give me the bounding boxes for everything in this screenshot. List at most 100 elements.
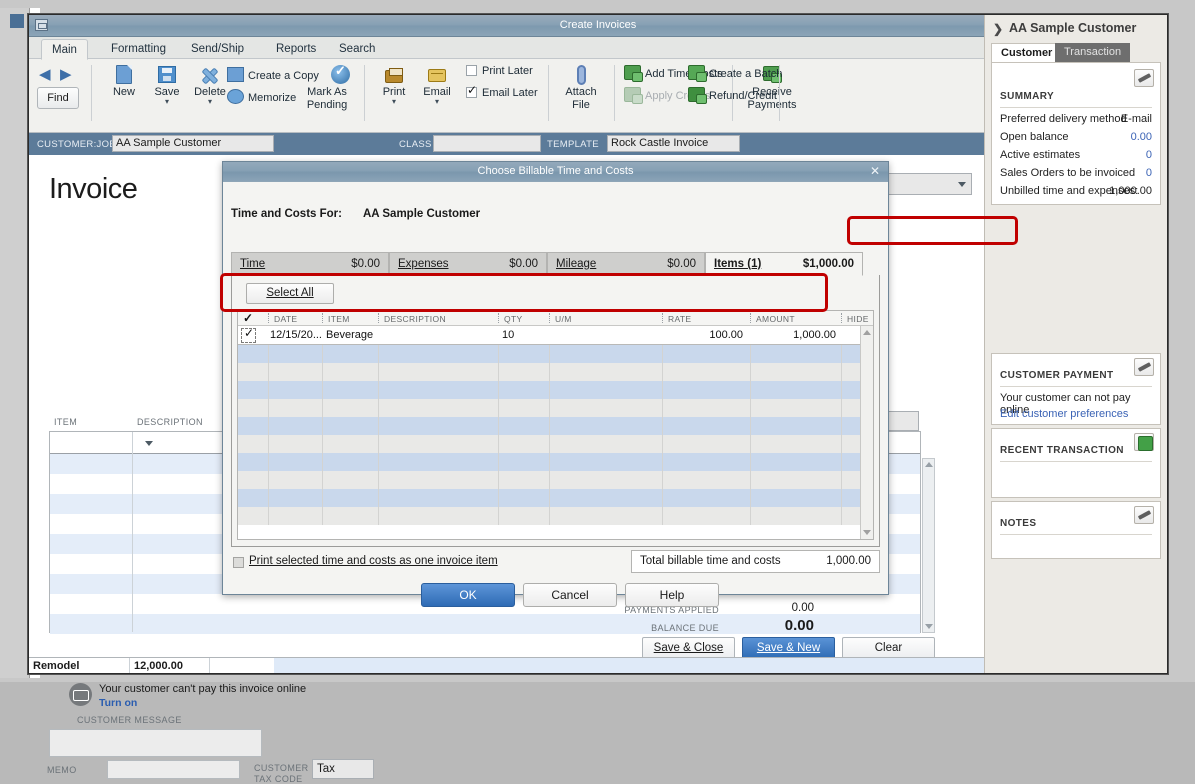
chevron-down-icon[interactable]: ▾: [374, 98, 414, 106]
memorize-label: Memorize: [248, 92, 297, 104]
tab-items[interactable]: Items (1) $1,000.00: [705, 252, 863, 276]
checkbox-unchecked-icon: [466, 65, 477, 76]
dialog-body: Time and Costs For: AA Sample Customer T…: [223, 181, 888, 607]
class-field[interactable]: [433, 135, 541, 152]
select-all-label: Select All: [266, 287, 314, 299]
delete-x-icon: [199, 65, 221, 85]
scroll-up-icon[interactable]: [863, 330, 871, 335]
create-invoices-window: Create Invoices — □ ✕ Main Formatting Se…: [28, 14, 1168, 784]
memorize-button[interactable]: Memorize: [227, 89, 296, 104]
cancel-button[interactable]: Cancel: [523, 583, 617, 607]
memo-field[interactable]: [107, 760, 240, 779]
email-button[interactable]: Email ▾: [417, 65, 457, 106]
edit-pencil-icon[interactable]: [1134, 358, 1154, 376]
tab-time-label: Time: [240, 258, 266, 270]
grid-scrollbar[interactable]: [860, 326, 873, 539]
save-and-new-button[interactable]: Save & New: [742, 637, 835, 659]
tab-search[interactable]: Search: [329, 39, 385, 60]
email-later-label: Email Later: [482, 87, 538, 99]
empty-row[interactable]: [238, 453, 873, 471]
help-button[interactable]: Help: [625, 583, 719, 607]
chevron-down-icon[interactable]: ▾: [417, 98, 457, 106]
turn-on-link[interactable]: Turn on: [99, 697, 137, 709]
column-divider: [268, 345, 269, 525]
scroll-down-icon[interactable]: [863, 530, 871, 535]
create-a-batch-button[interactable]: Create a Batch: [688, 65, 782, 82]
tax-scrollbar[interactable]: [922, 458, 935, 633]
tab-mileage[interactable]: Mileage $0.00: [547, 252, 705, 276]
find-button[interactable]: Find: [37, 87, 79, 109]
empty-row[interactable]: [238, 381, 873, 399]
column-header-amount: AMOUNT: [756, 314, 795, 324]
tab-main[interactable]: Main: [41, 39, 88, 60]
bottom-row-fill: [274, 658, 984, 673]
column-divider: [549, 313, 550, 323]
customer-payment-heading: CUSTOMER PAYMENT: [1000, 370, 1114, 381]
select-all-button[interactable]: Select All: [246, 283, 334, 304]
chevron-down-icon[interactable]: ▾: [190, 98, 230, 106]
save-and-close-button[interactable]: Save & Close: [642, 637, 735, 659]
clear-button[interactable]: Clear: [842, 637, 935, 659]
delete-button[interactable]: Delete ▾: [190, 65, 230, 106]
total-billable-box: Total billable time and costs 1,000.00: [631, 550, 880, 573]
empty-row[interactable]: [238, 363, 873, 381]
attach-file-button[interactable]: Attach File: [557, 65, 605, 111]
table-row[interactable]: 12/15/20... Beverage 10 100.00 1,000.00: [238, 326, 873, 345]
tab-expenses[interactable]: Expenses $0.00: [389, 252, 547, 276]
print-as-one-item-checkbox[interactable]: [233, 557, 244, 568]
cell-rate: 100.00: [709, 329, 743, 341]
empty-row[interactable]: [238, 345, 873, 363]
edit-customer-preferences-link[interactable]: Edit customer preferences: [1000, 408, 1128, 420]
chevron-down-icon[interactable]: ▾: [147, 98, 187, 106]
ribbon-divider: [364, 65, 365, 121]
empty-row[interactable]: [238, 399, 873, 417]
customer-message-field[interactable]: [49, 729, 262, 757]
dialog-close-icon[interactable]: ✕: [870, 164, 880, 178]
chevron-down-icon[interactable]: [145, 441, 153, 446]
tab-formatting[interactable]: Formatting: [101, 39, 176, 60]
ribbon-divider: [614, 65, 615, 121]
scroll-up-icon[interactable]: [925, 462, 933, 467]
empty-row[interactable]: [238, 489, 873, 507]
empty-row[interactable]: [238, 435, 873, 453]
choose-billable-time-and-costs-dialog: Choose Billable Time and Costs ✕ Time an…: [222, 161, 889, 607]
tab-reports[interactable]: Reports: [266, 39, 326, 60]
empty-row[interactable]: [238, 471, 873, 489]
ok-button[interactable]: OK: [421, 583, 515, 607]
tab-send-ship[interactable]: Send/Ship: [181, 39, 254, 60]
empty-row[interactable]: [238, 507, 873, 525]
summary-value: 0: [1145, 167, 1152, 179]
arrow-left-icon[interactable]: ◀: [39, 65, 51, 83]
column-divider: [498, 313, 499, 323]
sidebar-summary-panel: SUMMARY Preferred delivery method E-mail…: [991, 62, 1161, 205]
refund-credit-button[interactable]: Refund/Credit: [688, 87, 777, 104]
print-button[interactable]: Print ▾: [374, 65, 414, 106]
sidebar-tab-customer[interactable]: Customer: [991, 43, 1063, 62]
edit-pencil-icon[interactable]: [1134, 506, 1154, 524]
save-button[interactable]: Save ▾: [147, 65, 187, 106]
chevron-down-icon[interactable]: [958, 182, 966, 187]
row-checkbox-checked[interactable]: [241, 326, 256, 343]
print-later-checkbox[interactable]: Print Later: [466, 65, 533, 77]
bottom-row-strip: Remodel 12,000.00: [29, 657, 984, 673]
email-later-checkbox[interactable]: ✓ Email Later: [466, 83, 538, 99]
refund-credit-label: Refund/Credit: [709, 90, 777, 102]
select-all-check-icon[interactable]: ✓: [243, 311, 253, 325]
template-field[interactable]: Rock Castle Invoice: [607, 135, 740, 152]
scroll-down-icon[interactable]: [925, 624, 933, 629]
new-button[interactable]: New: [104, 65, 144, 98]
empty-row[interactable]: [238, 417, 873, 435]
billable-items-grid[interactable]: ✓ DATE ITEM DESCRIPTION QTY U/M RATE AMO…: [237, 310, 874, 540]
summary-key: Open balance: [1000, 131, 1069, 143]
chevron-right-icon[interactable]: ❯: [993, 22, 1003, 36]
customer-job-field[interactable]: AA Sample Customer: [112, 135, 274, 152]
arrow-right-icon[interactable]: ▶: [60, 65, 72, 83]
customer-tax-code-field[interactable]: Tax: [312, 759, 374, 779]
sidebar-tab-transaction[interactable]: Transaction: [1055, 43, 1131, 62]
tab-time[interactable]: Time $0.00: [231, 252, 389, 276]
new-button-label: New: [112, 86, 135, 98]
report-icon[interactable]: [1134, 433, 1154, 451]
edit-pencil-icon[interactable]: [1134, 69, 1154, 87]
divider: [1000, 107, 1152, 108]
mark-as-pending-button[interactable]: Mark As Pending: [301, 63, 353, 111]
